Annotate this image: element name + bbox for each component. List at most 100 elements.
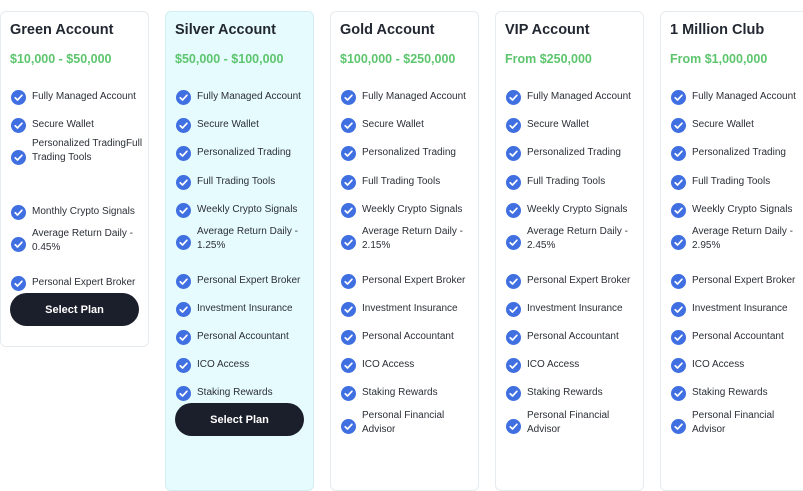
feature-item: ICO Access <box>341 358 477 382</box>
check-circle-icon <box>341 330 356 345</box>
check-circle-icon <box>506 118 521 133</box>
plan-price: $10,000 - $50,000 <box>10 52 112 66</box>
check-circle-icon <box>11 276 26 291</box>
plan-price: From $1,000,000 <box>670 52 768 66</box>
check-circle-icon <box>341 358 356 373</box>
select-plan-button[interactable]: Select Plan <box>175 403 304 436</box>
feature-label: Staking Rewards <box>692 387 768 398</box>
select-plan-button[interactable]: Select Plan <box>10 293 139 326</box>
feature-item: Full Trading Tools <box>671 175 803 199</box>
feature-item: Weekly Crypto Signals <box>671 203 803 227</box>
check-circle-icon <box>176 358 191 373</box>
check-circle-icon <box>341 90 356 105</box>
feature-label: Personal Accountant <box>527 331 619 342</box>
check-circle-icon <box>11 90 26 105</box>
feature-label: Personal Financial Advisor <box>527 410 610 435</box>
check-circle-icon <box>506 146 521 161</box>
feature-label: Full Trading Tools <box>527 176 606 187</box>
check-circle-icon <box>506 274 521 289</box>
check-circle-icon <box>176 90 191 105</box>
check-circle-icon <box>671 358 686 373</box>
feature-item: Personalized Trading <box>506 146 642 170</box>
feature-item: Average Return Daily - 2.45% <box>506 226 642 255</box>
feature-item: Personal Expert Broker <box>341 274 477 298</box>
feature-item: Investment Insurance <box>341 302 477 326</box>
feature-item: Full Trading Tools <box>341 175 477 199</box>
feature-item: Personal Financial Advisor <box>341 410 477 439</box>
feature-label: Investment Insurance <box>197 303 293 314</box>
feature-item: ICO Access <box>671 358 803 382</box>
feature-item: Staking Rewards <box>506 386 642 410</box>
feature-label: Personal Expert Broker <box>32 277 136 288</box>
feature-item: Personal Accountant <box>176 330 312 354</box>
feature-label: Full Trading Tools <box>197 176 276 187</box>
feature-item: Personal Expert Broker <box>671 274 803 298</box>
feature-item: Full Trading Tools <box>176 175 312 199</box>
check-circle-icon <box>176 386 191 401</box>
plan-price: $50,000 - $100,000 <box>175 52 284 66</box>
feature-item: Fully Managed Account <box>341 90 477 114</box>
feature-item: Fully Managed Account <box>506 90 642 114</box>
feature-item: Weekly Crypto Signals <box>341 203 477 227</box>
feature-item: Personal Accountant <box>506 330 642 354</box>
feature-item: Personalized Trading <box>176 146 312 170</box>
feature-label: Personal Financial Advisor <box>692 410 775 435</box>
check-circle-icon <box>506 386 521 401</box>
feature-item: Staking Rewards <box>671 386 803 410</box>
feature-item: Personal Financial Advisor <box>506 410 642 439</box>
check-circle-icon <box>506 175 521 190</box>
plan-title: Silver Account <box>175 22 276 38</box>
feature-label: Weekly Crypto Signals <box>362 204 463 215</box>
check-circle-icon <box>176 175 191 190</box>
feature-label: Personal Expert Broker <box>197 275 301 286</box>
plan-card: Silver Account $50,000 - $100,000 Fully Ma… <box>165 11 314 491</box>
feature-label: Personal Accountant <box>362 331 454 342</box>
feature-item: Personal Expert Broker <box>176 274 312 298</box>
feature-label: Fully Managed Account <box>197 91 301 102</box>
feature-item: Full Trading Tools <box>506 175 642 199</box>
feature-item: Weekly Crypto Signals <box>176 203 312 227</box>
feature-label: Average Return Daily - 2.95% <box>692 226 793 251</box>
feature-item: Average Return Daily - 0.45% <box>11 228 147 257</box>
feature-label: Fully Managed Account <box>362 91 466 102</box>
check-circle-icon <box>11 237 26 252</box>
feature-item: Fully Managed Account <box>11 90 147 114</box>
feature-item: Staking Rewards <box>341 386 477 410</box>
check-circle-icon <box>341 419 356 434</box>
feature-label: Secure Wallet <box>527 119 589 130</box>
feature-item: Personalized Trading <box>671 146 803 170</box>
feature-label: Weekly Crypto Signals <box>692 204 793 215</box>
plan-card: Green Account $10,000 - $50,000 Fully Mana… <box>0 11 149 347</box>
check-circle-icon <box>671 90 686 105</box>
check-circle-icon <box>341 274 356 289</box>
plan-price: From $250,000 <box>505 52 592 66</box>
check-circle-icon <box>176 330 191 345</box>
check-circle-icon <box>176 118 191 133</box>
feature-item: Average Return Daily - 1.25% <box>176 226 312 255</box>
feature-label: Personal Expert Broker <box>362 275 466 286</box>
feature-label: Personal Financial Advisor <box>362 410 445 435</box>
check-circle-icon <box>671 146 686 161</box>
feature-item: Personalized Trading <box>341 146 477 170</box>
feature-label: Personal Expert Broker <box>692 275 796 286</box>
plan-card: 1 Million Club From $1,000,000 Fully Manag… <box>660 11 803 491</box>
check-circle-icon <box>11 205 26 220</box>
feature-item: Personal Accountant <box>671 330 803 354</box>
feature-label: Fully Managed Account <box>692 91 796 102</box>
feature-label: Weekly Crypto Signals <box>527 204 628 215</box>
check-circle-icon <box>671 302 686 317</box>
check-circle-icon <box>176 302 191 317</box>
check-circle-icon <box>671 330 686 345</box>
feature-label: Personalized Trading <box>197 147 291 158</box>
check-circle-icon <box>671 118 686 133</box>
check-circle-icon <box>506 235 521 250</box>
feature-label: Personal Accountant <box>197 331 289 342</box>
check-circle-icon <box>11 150 26 165</box>
feature-label: Secure Wallet <box>197 119 259 130</box>
feature-item: Average Return Daily - 2.95% <box>671 226 803 255</box>
feature-item: Investment Insurance <box>176 302 312 326</box>
feature-label: Staking Rewards <box>362 387 438 398</box>
check-circle-icon <box>506 302 521 317</box>
plan-title: VIP Account <box>505 22 590 38</box>
feature-label: Investment Insurance <box>527 303 623 314</box>
